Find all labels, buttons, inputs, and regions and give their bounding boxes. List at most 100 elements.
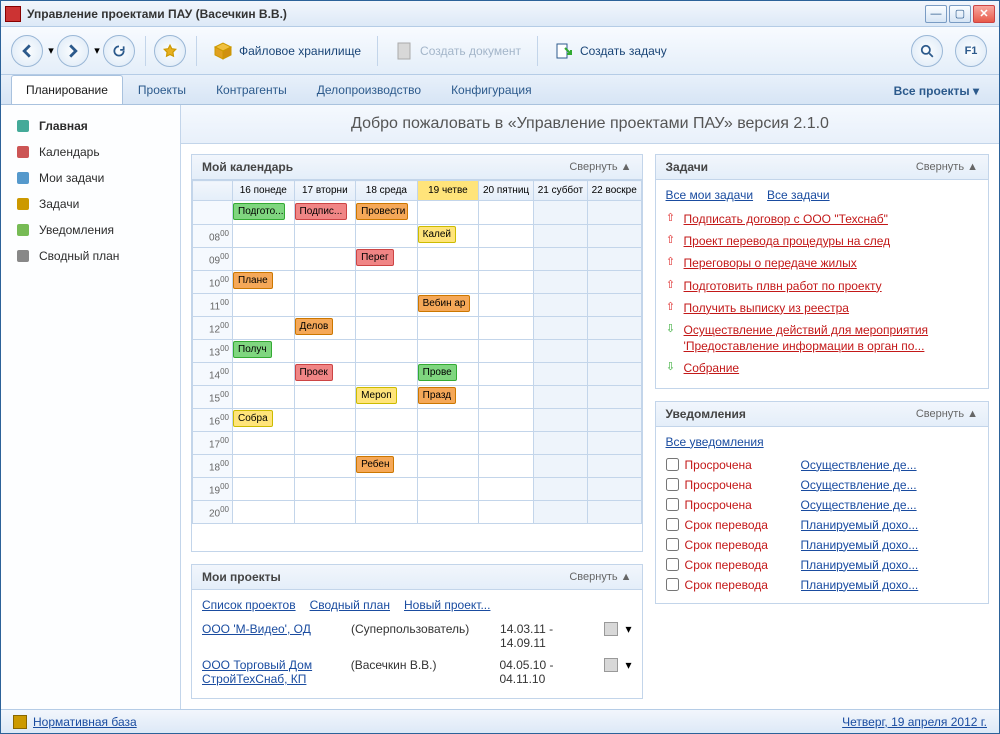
notification-checkbox[interactable] [666,478,679,491]
task-link[interactable]: Подписать договор с ООО "Техснаб" [684,211,888,227]
calendar-event[interactable]: Празд [418,387,456,404]
sidebar-item-1[interactable]: Календарь [1,139,180,165]
window-title: Управление проектами ПАУ (Васечкин В.В.) [27,7,925,21]
date-link[interactable]: Четверг, 19 апреля 2012 г. [842,715,987,729]
calendar-collapse[interactable]: Свернуть ▲ [569,161,631,173]
notification-link[interactable]: Планируемый дохо... [801,538,978,552]
calendar-event[interactable]: Плане [233,272,273,289]
allday-event[interactable]: Подгото... [233,203,285,220]
notification-link[interactable]: Планируемый дохо... [801,518,978,532]
tasks-collapse[interactable]: Свернуть ▲ [916,161,978,173]
project-name-link[interactable]: ООО 'М-Видео', ОД [202,622,343,636]
favorites-button[interactable] [154,35,186,67]
project-link-2[interactable]: Новый проект... [404,598,490,612]
notification-status: Просрочена [685,478,795,492]
calendar-event[interactable]: Собра [233,410,273,427]
tasks-link-1[interactable]: Все задачи [767,188,830,202]
calendar-event[interactable]: Делов [295,318,334,335]
close-button[interactable]: ✕ [973,5,995,23]
calendar-event[interactable]: Калей [418,226,456,243]
calendar-event[interactable]: Мероп [356,387,397,404]
project-link-1[interactable]: Сводный план [310,598,390,612]
notification-row: Просрочена Осуществление де... [666,475,978,495]
sidebar-item-3[interactable]: Задачи [1,191,180,217]
search-button[interactable] [911,35,943,67]
notification-status: Просрочена [685,498,795,512]
project-row: ООО 'М-Видео', ОД(Суперпользователь)14.0… [202,618,632,654]
forward-dropdown[interactable]: ▾ [91,35,103,67]
calendar-event[interactable]: Получ [233,341,272,358]
tab-4[interactable]: Конфигурация [436,75,547,104]
notification-checkbox[interactable] [666,578,679,591]
titlebar: Управление проектами ПАУ (Васечкин В.В.)… [1,1,999,27]
task-link[interactable]: Собрание [684,360,740,376]
tab-2[interactable]: Контрагенты [201,75,302,104]
notification-link[interactable]: Планируемый дохо... [801,558,978,572]
all-notifications-link[interactable]: Все уведомления [666,435,764,449]
project-link-0[interactable]: Список проектов [202,598,296,612]
create-task-button[interactable]: Создать задачу [546,37,675,65]
forward-button[interactable] [57,35,89,67]
back-button[interactable] [11,35,43,67]
tab-1[interactable]: Проекты [123,75,201,104]
task-link[interactable]: Подготовить плвн работ по проекту [684,278,882,294]
notification-checkbox[interactable] [666,538,679,551]
sidebar-item-0[interactable]: Главная [1,113,180,139]
task-item: ⇧ Подписать договор с ООО "Техснаб" [666,208,978,230]
notification-row: Просрочена Осуществление де... [666,495,978,515]
app-icon [5,6,21,22]
calendar-panel: Мой календарь Свернуть ▲ 16 понеде17 вто… [191,154,643,552]
notifications-title: Уведомления [666,407,916,421]
notification-link[interactable]: Осуществление де... [801,478,978,492]
sidebar-item-2[interactable]: Мои задачи [1,165,180,191]
sidebar-item-5[interactable]: Сводный план [1,243,180,269]
notification-checkbox[interactable] [666,518,679,531]
allday-event[interactable]: Подпис... [295,203,347,220]
refresh-button[interactable] [103,35,135,67]
file-storage-button[interactable]: Файловое хранилище [205,37,369,65]
notification-link[interactable]: Осуществление де... [801,458,978,472]
priority-down-icon: ⇩ [666,360,676,373]
notification-link[interactable]: Осуществление де... [801,498,978,512]
task-item: ⇧Проект перевода процедуры на след [666,230,978,252]
minimize-button[interactable]: — [925,5,947,23]
notification-checkbox[interactable] [666,558,679,571]
task-link[interactable]: Получить выписку из реестра [684,300,849,316]
sidebar-item-4[interactable]: Уведомления [1,217,180,243]
priority-up-icon: ⇧ [666,211,676,224]
project-name-link[interactable]: ООО Торговый Дом СтройТехСнаб, КП [202,658,343,686]
back-dropdown[interactable]: ▾ [45,35,57,67]
help-button[interactable]: F1 [955,35,987,67]
tab-0[interactable]: Планирование [11,75,123,104]
notification-link[interactable]: Планируемый дохо... [801,578,978,592]
notification-status: Срок перевода [685,538,795,552]
maximize-button[interactable]: ▢ [949,5,971,23]
task-link[interactable]: Проект перевода процедуры на след [684,233,891,249]
projects-title: Мои проекты [202,570,569,584]
normative-base-link[interactable]: Нормативная база [33,715,137,729]
calendar-event[interactable]: Прове [418,364,457,381]
project-chart-icon[interactable] [604,658,617,672]
notification-status: Просрочена [685,458,795,472]
calendar-event[interactable]: Перег [356,249,394,266]
calendar-event[interactable]: Проек [295,364,333,381]
allday-event[interactable]: Провести [356,203,408,220]
notification-checkbox[interactable] [666,458,679,471]
tasks-link-0[interactable]: Все мои задачи [666,188,754,202]
tab-3[interactable]: Делопроизводство [302,75,436,104]
sidebar: ГлавнаяКалендарьМои задачиЗадачиУведомле… [1,105,181,709]
priority-up-icon: ⇧ [666,300,676,313]
projects-collapse[interactable]: Свернуть ▲ [569,571,631,583]
notification-row: Срок переводаПланируемый дохо... [666,515,978,535]
priority-up-icon: ⇧ [666,255,676,268]
project-chart-icon[interactable] [604,622,617,636]
sidebar-icon [15,222,31,238]
calendar-event[interactable]: Вебин ар [418,295,470,312]
calendar-event[interactable]: Ребен [356,456,394,473]
task-link[interactable]: Осуществление действий для мероприятия '… [684,322,978,354]
all-projects-dropdown[interactable]: Все проекты ▾ [884,78,989,104]
task-link[interactable]: Переговоры о передаче жилых [684,255,857,271]
notification-checkbox[interactable] [666,498,679,511]
notifications-collapse[interactable]: Свернуть ▲ [916,408,978,420]
create-document-button[interactable]: Создать документ [386,37,529,65]
